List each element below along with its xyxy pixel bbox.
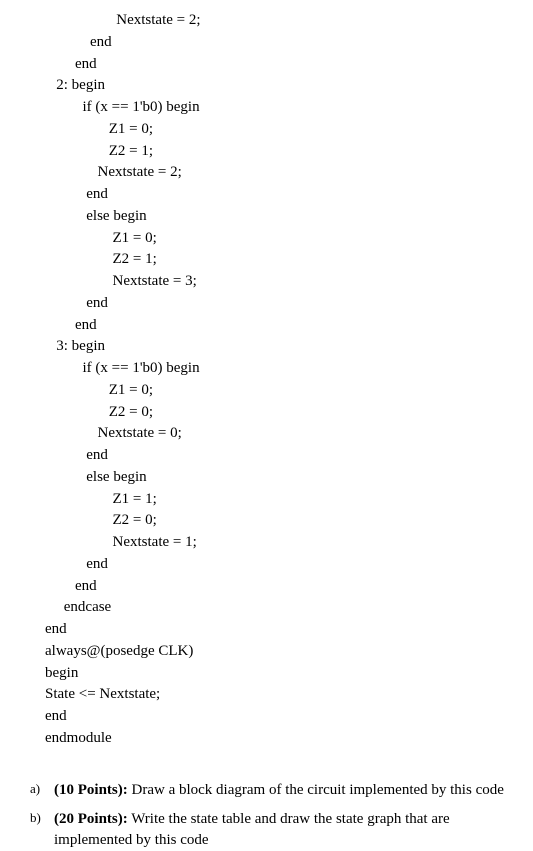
code-line: Z2 = 0; <box>30 404 153 420</box>
question-points: (20 Points): <box>54 811 128 827</box>
question-points: (10 Points): <box>54 782 128 798</box>
question-text: (10 Points): Draw a block diagram of the… <box>54 780 513 801</box>
code-line: State <= Nextstate; <box>30 686 160 702</box>
code-line: else begin <box>30 469 147 485</box>
code-line: Nextstate = 2; <box>30 164 182 180</box>
code-line: end <box>30 186 108 202</box>
code-line: end <box>30 578 97 594</box>
code-line: end <box>30 34 112 50</box>
code-line: 2: begin <box>30 77 105 93</box>
code-line: Nextstate = 1; <box>30 534 197 550</box>
code-line: Nextstate = 0; <box>30 425 182 441</box>
code-line: Z2 = 0; <box>30 512 157 528</box>
code-line: endmodule <box>30 730 112 746</box>
question-letter: b) <box>30 809 54 851</box>
code-line: end <box>30 621 67 637</box>
code-line: if (x == 1'b0) begin <box>30 360 200 376</box>
code-line: Nextstate = 3; <box>30 273 197 289</box>
code-line: Z1 = 1; <box>30 491 157 507</box>
code-line: always@(posedge CLK) <box>30 643 193 659</box>
code-line: Z1 = 0; <box>30 382 153 398</box>
code-line: begin <box>30 665 78 681</box>
code-line: end <box>30 447 108 463</box>
code-line: 3: begin <box>30 338 105 354</box>
question-b: b) (20 Points): Write the state table an… <box>30 809 513 851</box>
code-line: end <box>30 708 67 724</box>
question-letter: a) <box>30 780 54 801</box>
verilog-code-block: Nextstate = 2; end end 2: begin if (x ==… <box>30 10 513 750</box>
question-body: Draw a block diagram of the circuit impl… <box>128 782 504 798</box>
code-line: end <box>30 295 108 311</box>
code-line: if (x == 1'b0) begin <box>30 99 200 115</box>
code-line: endcase <box>30 599 111 615</box>
code-line: end <box>30 56 97 72</box>
question-a: a) (10 Points): Draw a block diagram of … <box>30 780 513 801</box>
question-text: (20 Points): Write the state table and d… <box>54 809 513 851</box>
code-line: Z2 = 1; <box>30 143 153 159</box>
code-line: else begin <box>30 208 147 224</box>
code-line: end <box>30 556 108 572</box>
code-line: Nextstate = 2; <box>30 12 201 28</box>
code-line: Z2 = 1; <box>30 251 157 267</box>
code-line: Z1 = 0; <box>30 230 157 246</box>
code-line: Z1 = 0; <box>30 121 153 137</box>
code-line: end <box>30 317 97 333</box>
